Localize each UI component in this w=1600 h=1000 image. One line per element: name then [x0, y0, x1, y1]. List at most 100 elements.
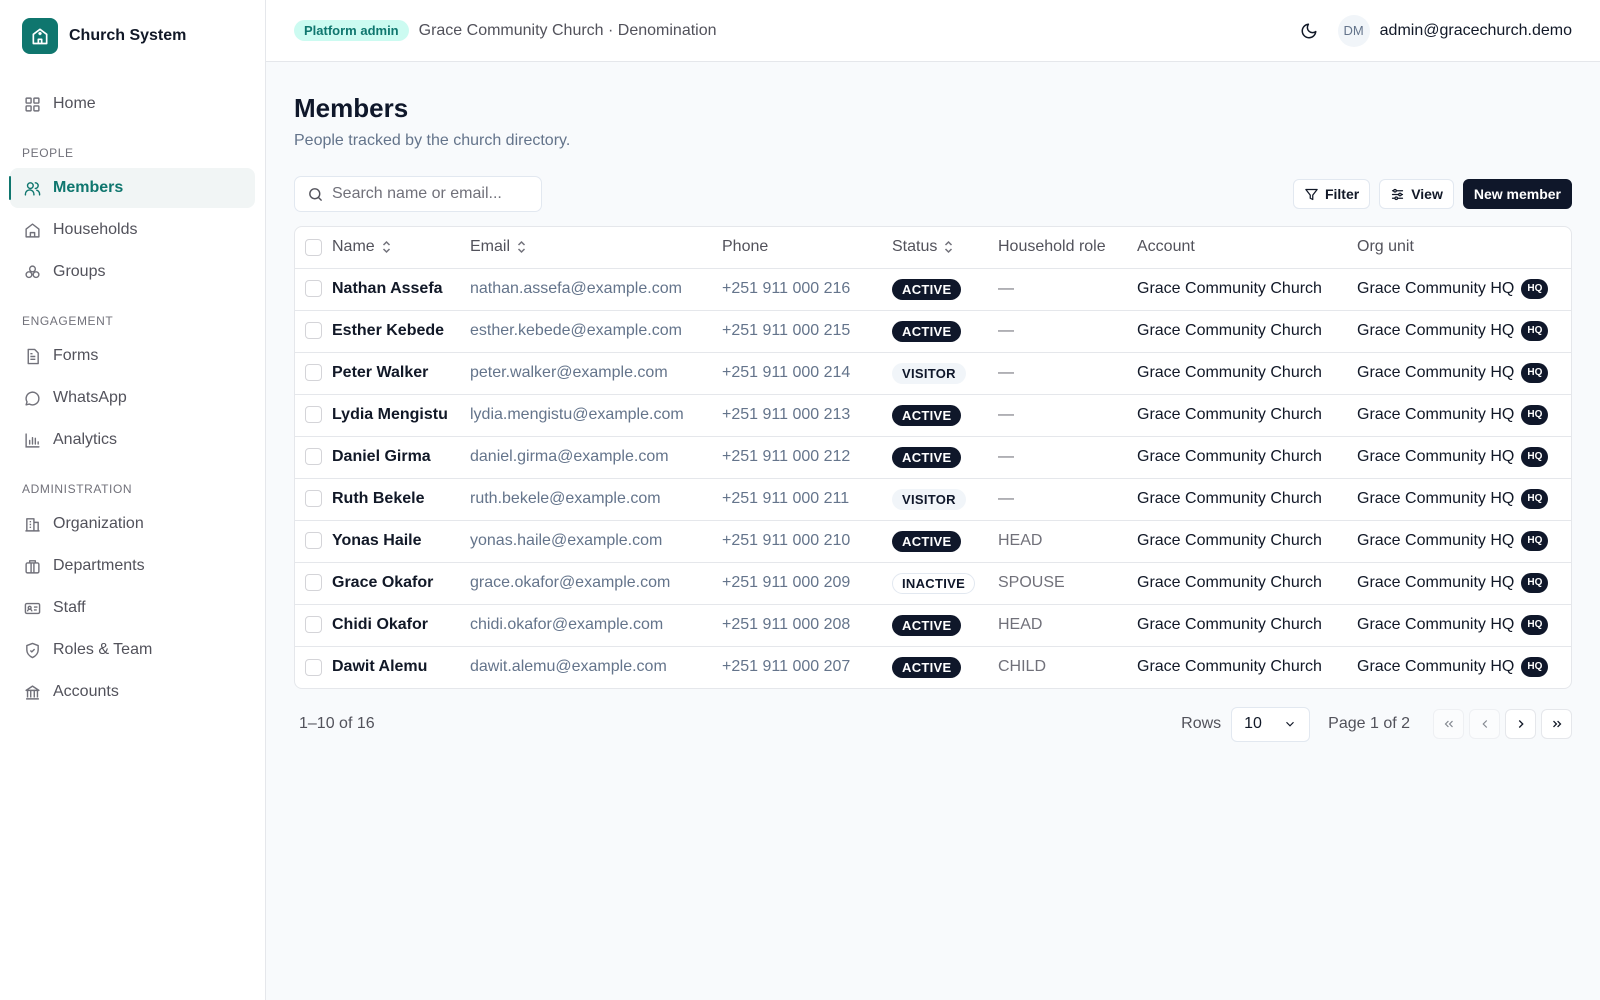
- row-checkbox[interactable]: [305, 616, 322, 634]
- row-select-cell: [295, 478, 332, 521]
- sidebar-item-label: Forms: [53, 347, 99, 364]
- member-name[interactable]: Chidi Okafor: [332, 604, 470, 647]
- row-checkbox[interactable]: [305, 280, 322, 298]
- table-row[interactable]: Lydia Mengistu lydia.mengistu@example.com…: [295, 394, 1571, 437]
- member-name[interactable]: Esther Kebede: [332, 310, 470, 353]
- select-all-cell: [295, 227, 332, 269]
- breadcrumb[interactable]: Grace Community Church · Denomination: [419, 22, 717, 40]
- status-badge: ACTIVE: [892, 656, 962, 678]
- brand[interactable]: Church System: [10, 0, 255, 72]
- sidebar-item-whatsapp[interactable]: WhatsApp: [10, 378, 255, 418]
- status-badge: ACTIVE: [892, 530, 962, 552]
- member-name[interactable]: Daniel Girma: [332, 436, 470, 479]
- member-name[interactable]: Grace Okafor: [332, 562, 470, 605]
- member-email: grace.okafor@example.com: [470, 562, 722, 605]
- member-household-role: CHILD: [998, 658, 1047, 676]
- row-checkbox[interactable]: [305, 490, 322, 508]
- table-row[interactable]: Chidi Okafor chidi.okafor@example.com +251…: [295, 604, 1571, 647]
- sidebar-item-groups[interactable]: Groups: [10, 252, 255, 292]
- member-name[interactable]: Peter Walker: [332, 352, 470, 395]
- member-org-unit: Grace Community HQ: [1357, 322, 1515, 340]
- sidebar-item-departments[interactable]: Departments: [10, 546, 255, 586]
- member-account: Grace Community Church: [1137, 658, 1322, 676]
- first-page-button[interactable]: [1433, 709, 1464, 739]
- sort-icon: [945, 240, 953, 254]
- previous-page-button[interactable]: [1469, 709, 1500, 739]
- new-member-button[interactable]: New member: [1462, 179, 1572, 209]
- main: Platform admin Grace Community Church · …: [266, 0, 1600, 1000]
- table-row[interactable]: Nathan Assefa nathan.assefa@example.com +2…: [295, 268, 1571, 311]
- member-status-cell: VISITOR: [892, 352, 998, 395]
- member-org-unit-cell: Grace Community HQ HQ: [1357, 646, 1571, 688]
- table-row[interactable]: Yonas Haile yonas.haile@example.com +251 9…: [295, 520, 1571, 563]
- table-header-row: Name Email Phone Status Household role A…: [295, 227, 1571, 269]
- member-account: Grace Community Church: [1137, 268, 1357, 311]
- rows-per-page-select[interactable]: 10: [1231, 706, 1311, 742]
- sidebar-item-label: Members: [53, 179, 124, 196]
- sidebar-item-members[interactable]: Members: [9, 168, 255, 208]
- sidebar-item-roles[interactable]: Roles & Team: [10, 630, 255, 670]
- view-button[interactable]: View: [1379, 179, 1454, 209]
- member-phone: +251 911 000 211: [722, 478, 892, 521]
- table-row[interactable]: Peter Walker peter.walker@example.com +251…: [295, 352, 1571, 395]
- briefcase-icon: [25, 559, 40, 574]
- rows-label: Rows: [1181, 715, 1222, 732]
- sidebar-item-organization[interactable]: Organization: [10, 504, 255, 544]
- row-checkbox[interactable]: [305, 406, 322, 424]
- building-icon: [25, 517, 40, 532]
- last-page-button[interactable]: [1541, 709, 1572, 739]
- column-email[interactable]: Email: [470, 227, 722, 269]
- row-checkbox[interactable]: [305, 532, 322, 550]
- hq-badge: HQ: [1521, 363, 1549, 383]
- select-all-checkbox[interactable]: [305, 238, 322, 256]
- member-name[interactable]: Dawit Alemu: [332, 646, 470, 688]
- search-icon: [309, 187, 322, 201]
- member-phone: +251 911 000 214: [722, 352, 892, 395]
- table-row[interactable]: Grace Okafor grace.okafor@example.com +251…: [295, 562, 1571, 605]
- user-email[interactable]: admin@gracechurch.demo: [1380, 22, 1572, 40]
- table-row[interactable]: Daniel Girma daniel.girma@example.com +251…: [295, 436, 1571, 479]
- row-select-cell: [295, 394, 332, 437]
- member-email: nathan.assefa@example.com: [470, 268, 722, 311]
- column-account: Account: [1137, 227, 1357, 269]
- chevron-down-icon: [1286, 721, 1295, 727]
- hq-badge: HQ: [1521, 573, 1549, 593]
- chevron-right-icon: [1518, 720, 1524, 728]
- search-input[interactable]: [332, 185, 522, 203]
- sidebar-item-staff[interactable]: Staff: [10, 588, 255, 628]
- member-org-unit-cell: Grace Community HQ HQ: [1357, 520, 1571, 563]
- row-checkbox[interactable]: [305, 574, 322, 592]
- member-name[interactable]: Nathan Assefa: [332, 268, 470, 311]
- sidebar-item-home[interactable]: Home: [10, 84, 255, 124]
- column-name[interactable]: Name: [332, 227, 470, 269]
- member-org-unit: Grace Community HQ: [1357, 490, 1515, 508]
- table-row[interactable]: Dawit Alemu dawit.alemu@example.com +251 9…: [295, 646, 1571, 688]
- row-checkbox[interactable]: [305, 364, 322, 382]
- avatar[interactable]: DM: [1337, 14, 1370, 47]
- sidebar-item-forms[interactable]: Forms: [10, 336, 255, 376]
- member-org-unit-cell: Grace Community HQ HQ: [1357, 268, 1571, 311]
- column-status[interactable]: Status: [892, 227, 998, 269]
- church-icon: [22, 18, 58, 54]
- member-name[interactable]: Lydia Mengistu: [332, 394, 470, 437]
- row-checkbox[interactable]: [305, 658, 322, 676]
- table-row[interactable]: Esther Kebede esther.kebede@example.com +2…: [295, 310, 1571, 353]
- member-org-unit-cell: Grace Community HQ HQ: [1357, 352, 1571, 395]
- theme-toggle-button[interactable]: [1292, 14, 1326, 48]
- member-phone: +251 911 000 210: [722, 520, 892, 563]
- hq-badge: HQ: [1521, 321, 1549, 341]
- hq-badge: HQ: [1521, 279, 1549, 299]
- sidebar-item-label: Home: [53, 95, 96, 112]
- next-page-button[interactable]: [1505, 709, 1536, 739]
- filter-button[interactable]: Filter: [1292, 179, 1371, 209]
- row-checkbox[interactable]: [305, 322, 322, 340]
- sidebar-item-households[interactable]: Households: [10, 210, 255, 250]
- sidebar-item-analytics[interactable]: Analytics: [10, 420, 255, 460]
- member-name[interactable]: Yonas Haile: [332, 520, 470, 563]
- document-icon: [27, 348, 39, 364]
- search-box[interactable]: [294, 176, 542, 212]
- table-row[interactable]: Ruth Bekele ruth.bekele@example.com +251 9…: [295, 478, 1571, 521]
- sidebar-item-accounts[interactable]: Accounts: [10, 672, 255, 712]
- member-name[interactable]: Ruth Bekele: [332, 478, 470, 521]
- row-checkbox[interactable]: [305, 448, 322, 466]
